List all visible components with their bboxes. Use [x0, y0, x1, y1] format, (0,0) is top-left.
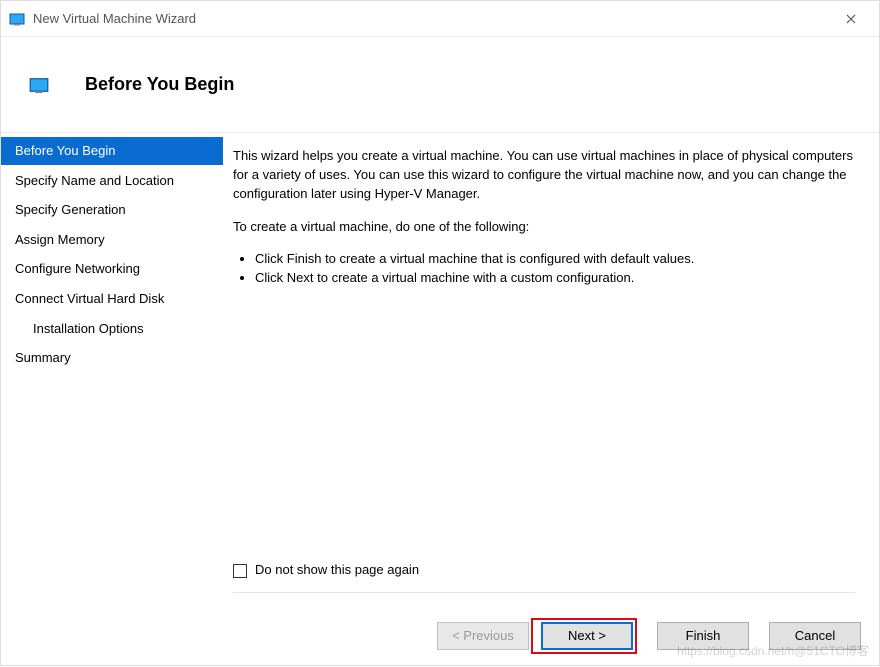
instruction-list: Click Finish to create a virtual machine…	[233, 250, 855, 288]
close-icon	[846, 14, 856, 24]
instruction-text: To create a virtual machine, do one of t…	[233, 218, 855, 237]
list-item: Click Next to create a virtual machine w…	[255, 269, 855, 288]
do-not-show-checkbox[interactable]	[233, 564, 247, 578]
wizard-steps-sidebar: Before You Begin Specify Name and Locati…	[1, 133, 223, 603]
finish-button[interactable]: Finish	[657, 622, 749, 650]
step-configure-networking[interactable]: Configure Networking	[1, 255, 223, 283]
wizard-content: This wizard helps you create a virtual m…	[223, 133, 879, 603]
step-installation-options[interactable]: Installation Options	[1, 315, 223, 343]
step-summary[interactable]: Summary	[1, 344, 223, 372]
wizard-icon	[29, 75, 49, 95]
do-not-show-label: Do not show this page again	[255, 561, 419, 580]
wizard-header: Before You Begin	[1, 37, 879, 133]
step-connect-vhd[interactable]: Connect Virtual Hard Disk	[1, 285, 223, 313]
app-icon	[9, 11, 25, 27]
previous-button: < Previous	[437, 622, 529, 650]
step-specify-name-location[interactable]: Specify Name and Location	[1, 167, 223, 195]
window-title: New Virtual Machine Wizard	[33, 11, 829, 26]
titlebar: New Virtual Machine Wizard	[1, 1, 879, 37]
step-before-you-begin[interactable]: Before You Begin	[1, 137, 223, 165]
intro-text: This wizard helps you create a virtual m…	[233, 147, 855, 204]
close-button[interactable]	[829, 5, 873, 33]
list-item: Click Finish to create a virtual machine…	[255, 250, 855, 269]
next-button-highlight: Next >	[531, 618, 637, 654]
page-title: Before You Begin	[85, 74, 234, 95]
step-assign-memory[interactable]: Assign Memory	[1, 226, 223, 254]
next-button[interactable]: Next >	[541, 622, 633, 650]
cancel-button[interactable]: Cancel	[769, 622, 861, 650]
step-specify-generation[interactable]: Specify Generation	[1, 196, 223, 224]
wizard-footer: < Previous Next > Finish Cancel	[1, 603, 879, 667]
do-not-show-row: Do not show this page again	[233, 555, 855, 593]
